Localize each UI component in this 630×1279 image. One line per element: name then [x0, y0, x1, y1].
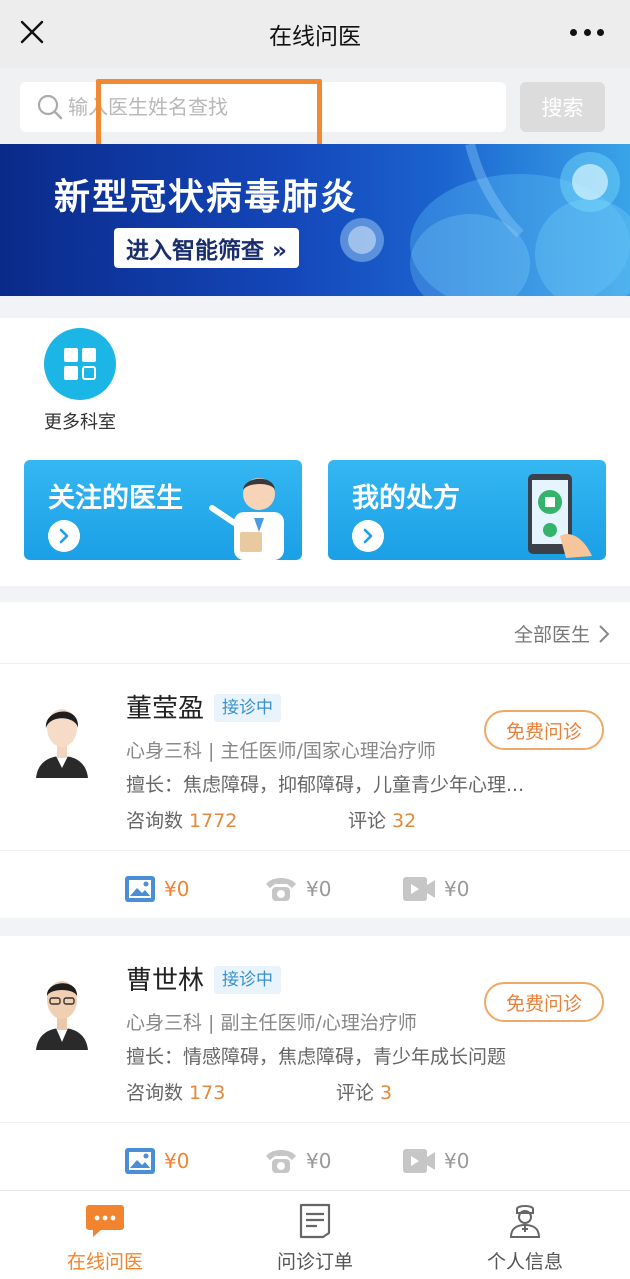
phone-prescription-illustration [528, 474, 592, 558]
status-badge: 接诊中 [214, 966, 281, 994]
video-consult-service[interactable]: ¥0 [402, 1146, 469, 1176]
phone-icon [266, 1150, 296, 1173]
all-doctors-link[interactable]: 全部医生 [514, 620, 610, 647]
phone-consult-service[interactable]: ¥0 [264, 874, 331, 904]
tab-consult-orders[interactable]: 问诊订单 [245, 1203, 385, 1274]
search-bar: 搜索 [0, 68, 630, 151]
image-consult-service[interactable]: ¥0 [124, 1146, 189, 1176]
doctor-department: 心身三科 | 主任医师/国家心理治疗师 [126, 740, 436, 762]
chat-icon [86, 1205, 124, 1237]
divider [0, 850, 630, 851]
covid-banner[interactable]: 新型冠状病毒肺炎 进入智能筛查 » [0, 144, 630, 296]
quick-cards: 关注的医生 我的处方 [24, 460, 606, 560]
image-consult-price: ¥0 [164, 1149, 190, 1173]
doctor-specialty: 擅长：情感障碍，焦虑障碍，青少年成长问题 [126, 1046, 507, 1068]
chevron-right-icon [352, 520, 384, 552]
search-icon [37, 94, 63, 120]
video-icon [403, 877, 435, 901]
tab-online-consult[interactable]: 在线问医 [35, 1203, 175, 1274]
phone-consult-price: ¥0 [306, 877, 332, 901]
all-doctors-label: 全部医生 [513, 624, 590, 646]
followed-doctors-card[interactable]: 关注的医生 [24, 460, 302, 560]
doctor-illustration [209, 478, 284, 560]
bottom-tab-bar: 在线问医 问诊订单 个人信息 [0, 1190, 630, 1279]
image-icon [125, 1148, 155, 1174]
doctor-name: 曹世林 [126, 966, 205, 996]
page-title: 在线问医 [269, 24, 361, 50]
card-title: 关注的医生 [48, 483, 183, 514]
card-title: 我的处方 [352, 483, 460, 514]
grid-icon [44, 328, 116, 400]
smart-screening-button[interactable]: 进入智能筛查 » [114, 228, 299, 268]
department-section: 更多科室 关注的医生 我的处方 [0, 318, 630, 586]
banner-headline: 新型冠状病毒肺炎 [54, 177, 359, 218]
phone-consult-service[interactable]: ¥0 [264, 1146, 331, 1176]
video-consult-price: ¥0 [444, 877, 470, 901]
chevron-right-icon [48, 520, 80, 552]
divider [0, 1122, 630, 1123]
image-consult-price: ¥0 [164, 877, 190, 901]
tab-label: 个人信息 [486, 1251, 563, 1273]
more-departments-label: 更多科室 [44, 412, 116, 433]
free-consult-button[interactable]: 免费问诊 [484, 710, 604, 750]
consult-count: 咨询数 1772 [126, 810, 238, 832]
image-consult-service[interactable]: ¥0 [124, 874, 189, 904]
video-consult-price: ¥0 [444, 1149, 470, 1173]
chevron-right-icon [599, 624, 610, 643]
phone-icon [266, 878, 296, 901]
search-button[interactable]: 搜索 [520, 82, 605, 132]
close-icon[interactable] [18, 18, 46, 46]
doctor-name: 董莹盈 [126, 694, 205, 724]
doctor-department: 心身三科 | 副主任医师/心理治疗师 [126, 1012, 417, 1034]
video-icon [403, 1149, 435, 1173]
free-consult-button[interactable]: 免费问诊 [484, 982, 604, 1022]
top-nav-bar: 在线问医 [0, 0, 630, 68]
tab-personal-info[interactable]: 个人信息 [455, 1203, 595, 1274]
doctor-profile-icon [509, 1205, 541, 1238]
doctor-avatar [30, 690, 94, 778]
search-field[interactable] [20, 82, 506, 132]
image-icon [125, 876, 155, 902]
phone-consult-price: ¥0 [306, 1149, 332, 1173]
doctor-avatar [30, 962, 94, 1050]
order-icon [299, 1203, 331, 1239]
comment-count: 评论 3 [336, 1082, 393, 1104]
tab-label: 问诊订单 [276, 1251, 353, 1273]
search-input[interactable] [68, 95, 468, 119]
comment-count: 评论 32 [348, 810, 417, 832]
more-departments-button[interactable]: 更多科室 [40, 328, 120, 434]
consult-count: 咨询数 173 [126, 1082, 226, 1104]
doctor-list-header: 全部医生 [0, 602, 630, 664]
status-badge: 接诊中 [214, 694, 281, 722]
doctor-card[interactable]: 董莹盈 接诊中 免费问诊 心身三科 | 主任医师/国家心理治疗师 擅长：焦虑障碍… [0, 664, 630, 918]
video-consult-service[interactable]: ¥0 [402, 874, 469, 904]
tab-label: 在线问医 [66, 1251, 143, 1273]
more-icon[interactable] [570, 22, 604, 42]
my-prescriptions-card[interactable]: 我的处方 [328, 460, 606, 560]
doctor-card[interactable]: 曹世林 接诊中 免费问诊 心身三科 | 副主任医师/心理治疗师 擅长：情感障碍，… [0, 936, 630, 1190]
doctor-specialty: 擅长：焦虑障碍，抑郁障碍，儿童青少年心理... [126, 774, 525, 796]
virus-lung-illustration [340, 144, 630, 296]
